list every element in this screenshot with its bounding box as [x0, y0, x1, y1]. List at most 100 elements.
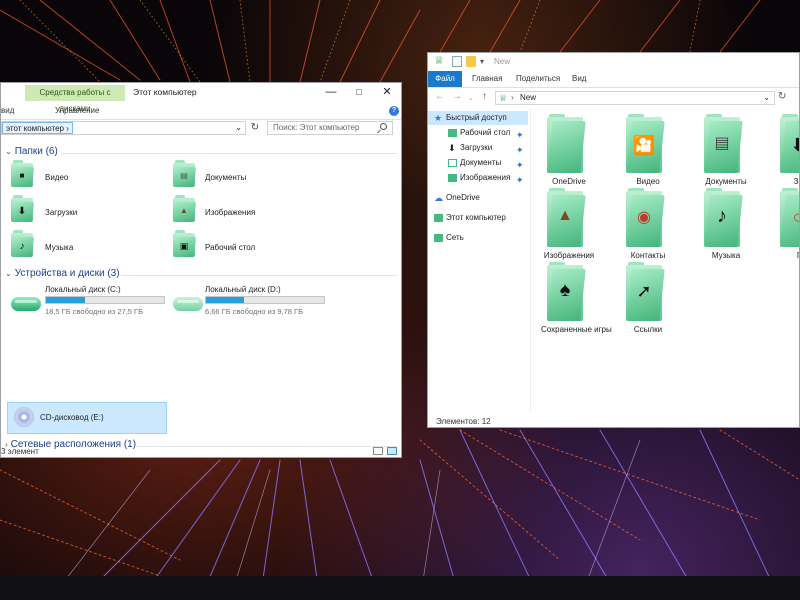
downloads-folder-icon: ⬇: [11, 195, 35, 222]
close-icon[interactable]: ✕: [375, 85, 399, 99]
chevron-right-icon: ›: [511, 93, 514, 102]
chevron-down-icon: ⌄: [5, 147, 12, 156]
recent-locations-icon[interactable]: ⌄: [468, 94, 474, 102]
app-icon: ♕: [434, 55, 444, 67]
tab-view[interactable]: Вид: [572, 74, 586, 83]
sidebar-item-onedrive[interactable]: ☁ OneDrive: [428, 191, 528, 205]
drive-free-space: 18,5 ГБ свободно из 27,5 ГБ: [45, 307, 144, 316]
chevron-down-icon: ⌄: [5, 269, 12, 278]
links-folder-icon: ➚: [626, 262, 665, 321]
minimize-icon[interactable]: —: [319, 85, 343, 99]
refresh-icon[interactable]: ↻: [778, 91, 786, 102]
pane-divider: [530, 109, 531, 411]
documents-folder-icon: ▤: [173, 160, 197, 187]
chevron-right-icon: ›: [66, 124, 69, 133]
desktop-icon: [448, 129, 457, 137]
drive-label: CD-дисковод (E:): [40, 413, 104, 422]
divider: [121, 275, 397, 276]
status-text: 3 элемент: [1, 447, 39, 456]
window-title: New: [494, 57, 511, 66]
taskbar: [0, 576, 800, 600]
sidebar-item-quick-access[interactable]: ★ Быстрый доступ: [428, 111, 528, 125]
drive-usage-bar: [45, 296, 165, 304]
explorer-window-this-pc: Средства работы с дисками Этот компьютер…: [0, 82, 402, 458]
group-header-devices[interactable]: ⌄ Устройства и диски (3): [5, 268, 120, 279]
search-input[interactable]: Поиск: Этот компьютер: [267, 121, 393, 135]
folder-label: Ссылки: [633, 325, 663, 334]
pin-icon[interactable]: ✦: [516, 158, 524, 172]
pin-icon[interactable]: ✦: [516, 173, 524, 187]
group-header-folders[interactable]: ⌄ Папки (6): [5, 146, 58, 157]
ribbon-tabs: вид Управление ?: [1, 103, 401, 120]
star-icon: ★: [434, 113, 443, 123]
pin-icon[interactable]: ✦: [516, 143, 524, 157]
chevron-down-icon[interactable]: ⌄: [763, 92, 770, 104]
usage-fill: [206, 297, 244, 303]
hard-drive-icon: [11, 297, 41, 311]
download-icon: ⬇: [448, 143, 456, 153]
search-placeholder: Поиск: Этот компьютер: [273, 123, 360, 132]
sidebar-item-documents[interactable]: Документы ✦: [428, 156, 528, 170]
breadcrumb[interactable]: этот компьютер ›: [2, 122, 73, 134]
window-title: Этот компьютер: [133, 87, 197, 97]
divider: [61, 153, 397, 154]
document-icon: [448, 159, 457, 167]
tab-view[interactable]: вид: [1, 106, 14, 115]
sidebar-item-network[interactable]: Сеть: [428, 231, 528, 245]
address-bar[interactable]: этот компьютер › ⌄: [1, 121, 246, 135]
folder-label: Видео: [636, 177, 660, 186]
desktop-folder-icon: ▣: [173, 230, 197, 257]
drive-free-space: 6,66 ГБ свободно из 9,78 ГБ: [205, 307, 304, 316]
status-bar: Элементов: 12: [436, 417, 491, 426]
title-bar: ♕ ▾ New: [428, 53, 799, 71]
folder-label: Изображения: [543, 251, 595, 260]
tiles-view-icon[interactable]: [387, 447, 397, 455]
details-view-icon[interactable]: [373, 447, 383, 455]
drive-tools-context-tab[interactable]: Средства работы с дисками: [25, 85, 125, 113]
drive-usage-bar: [205, 296, 325, 304]
folder-label: Изображения: [205, 208, 256, 217]
tab-manage[interactable]: Управление: [55, 106, 99, 115]
computer-icon: [434, 214, 443, 222]
tab-share[interactable]: Поделиться: [516, 74, 560, 83]
help-icon[interactable]: ?: [389, 106, 399, 116]
sidebar-item-this-pc[interactable]: Этот компьютер: [428, 211, 528, 225]
folder-label: OneDrive: [552, 177, 586, 186]
chevron-down-icon[interactable]: ⌄: [235, 123, 242, 132]
folder-label: Рабочий стол: [205, 243, 256, 252]
breadcrumb-this-pc: этот компьютер: [6, 124, 64, 133]
usage-fill: [46, 297, 85, 303]
properties-icon[interactable]: [452, 56, 462, 67]
sidebar-item-pictures[interactable]: Изображения ✦: [428, 171, 528, 185]
onedrive-folder-icon: [547, 114, 586, 173]
forward-icon[interactable]: →: [452, 91, 462, 102]
new-folder-icon[interactable]: [466, 56, 476, 67]
title-bar: Средства работы с дисками Этот компьютер…: [1, 83, 401, 113]
folder-label: Музыка: [711, 251, 741, 260]
address-bar[interactable]: ♕ › New ⌄: [495, 91, 775, 105]
maximize-icon[interactable]: □: [347, 85, 371, 99]
sidebar-item-downloads[interactable]: ⬇ Загрузки ✦: [428, 141, 528, 155]
folder-label: Загр: [793, 177, 799, 186]
folder-label: Документы: [705, 177, 747, 186]
customize-toolbar-icon[interactable]: ▾: [480, 56, 490, 67]
navigation-bar: ← → ⌄ ↑ ♕ › New ⌄ ↻: [428, 89, 799, 107]
folder-label: Загрузки: [45, 208, 78, 217]
explorer-window-new: ♕ ▾ New Файл Главная Поделиться Вид ← → …: [427, 52, 800, 428]
folder-label: Музыка: [45, 243, 74, 252]
back-icon[interactable]: ←: [435, 91, 445, 102]
music-folder-icon: ♪: [704, 188, 743, 247]
folder-label: Видео: [45, 173, 69, 182]
saved-games-folder-icon: ♠: [547, 262, 586, 321]
tab-home[interactable]: Главная: [472, 74, 502, 83]
tab-file[interactable]: Файл: [428, 71, 462, 87]
folder-label: Сохраненные игры: [541, 325, 612, 334]
drive-item-cd[interactable]: CD-дисковод (E:): [7, 402, 167, 434]
up-icon[interactable]: ↑: [482, 91, 487, 102]
folder-label: Документы: [205, 173, 247, 182]
refresh-icon[interactable]: ↻: [248, 121, 262, 135]
sidebar-item-desktop[interactable]: Рабочий стол ✦: [428, 126, 528, 140]
pictures-folder-icon: ▲: [173, 195, 197, 222]
pin-icon[interactable]: ✦: [516, 128, 524, 142]
drive-label: Локальный диск (D:): [205, 285, 281, 294]
